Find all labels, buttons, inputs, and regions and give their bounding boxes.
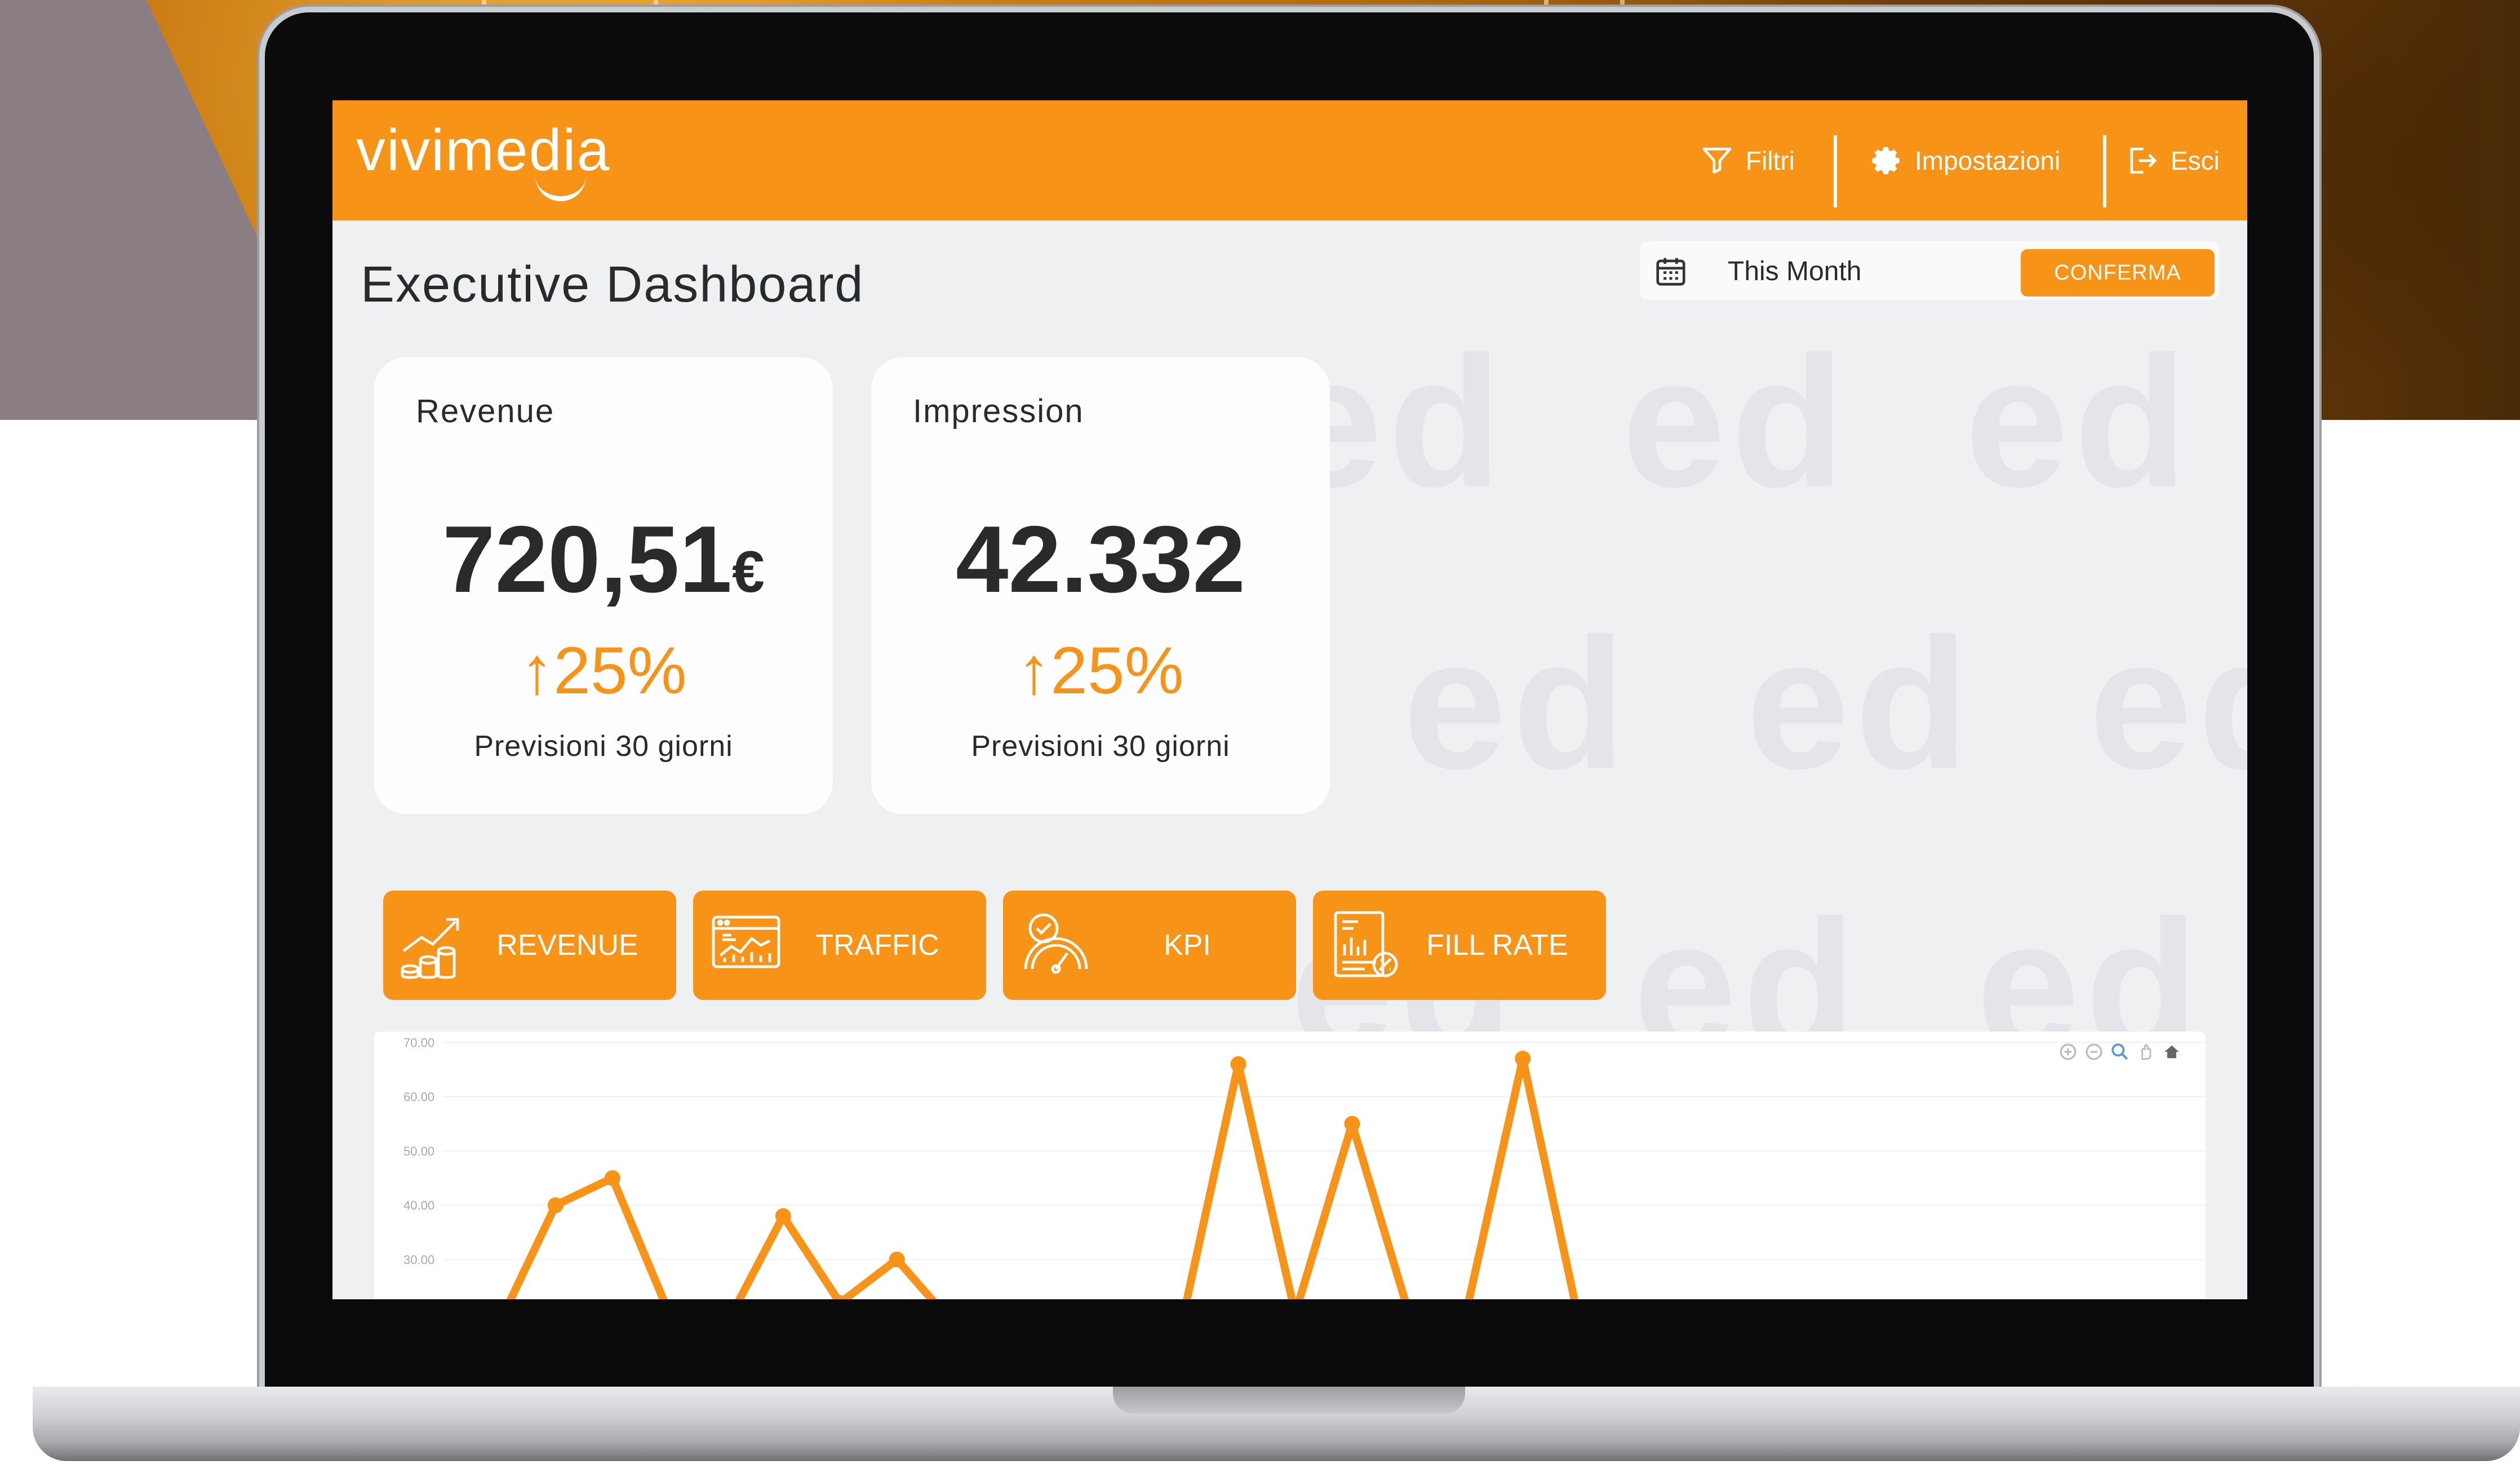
y-tick-label: 30.00 bbox=[403, 1252, 434, 1267]
kpi-number: 42.332 bbox=[956, 506, 1245, 612]
fill-rate-button-label: FILL RATE bbox=[1426, 929, 1568, 962]
kpi-delta-value: 25% bbox=[1050, 634, 1184, 708]
fill-rate-button[interactable]: FILL RATE bbox=[1313, 891, 1606, 1000]
nav-esci[interactable]: Esci bbox=[2124, 100, 2220, 220]
speedometer-icon bbox=[1024, 913, 1088, 974]
traffic-button[interactable]: TRAFFIC bbox=[693, 891, 986, 1000]
top-navigation-bar: vivimedia Filtri Impostazioni Esci bbox=[332, 100, 2247, 220]
data-point[interactable] bbox=[604, 1170, 620, 1186]
data-point[interactable] bbox=[1230, 1056, 1246, 1072]
nav-divider bbox=[2103, 135, 2106, 207]
dashboard-screen: ed ed ed ed ed ed ed ed ed vivimedia Fil… bbox=[332, 100, 2247, 1299]
data-point[interactable] bbox=[547, 1197, 564, 1214]
y-tick-label: 70.00 bbox=[403, 1035, 434, 1050]
kpi-footnote: Previsioni 30 giorni bbox=[474, 730, 733, 763]
line-chart: 70.00 60.00 50.00 40.00 30.00 bbox=[403, 1035, 2206, 1299]
revenue-card: Revenue 720,51€ ↑25% Previsioni 30 giorn… bbox=[374, 357, 833, 814]
kpi-footnote: Previsioni 30 giorni bbox=[971, 730, 1230, 763]
kpi-delta-value: 25% bbox=[553, 634, 687, 708]
calendar-icon bbox=[1656, 258, 1685, 286]
revenue-button-label: REVENUE bbox=[496, 929, 638, 962]
esci-label: Esci bbox=[2171, 145, 2220, 175]
gear-icon bbox=[1872, 147, 1900, 174]
kpi-number: 720,51 bbox=[442, 506, 732, 612]
esci-button[interactable]: Esci bbox=[2124, 143, 2220, 178]
arrow-up-icon: ↑ bbox=[1017, 634, 1051, 708]
kpi-delta: ↑25% bbox=[871, 632, 1330, 709]
laptop-notch bbox=[1113, 1387, 1465, 1414]
kpi-value: 42.332 bbox=[871, 505, 1330, 614]
date-range-value: This Month bbox=[1728, 256, 1862, 286]
conferma-button[interactable]: CONFERMA bbox=[2021, 249, 2215, 296]
arrow-up-icon: ↑ bbox=[520, 634, 554, 708]
y-tick-label: 40.00 bbox=[403, 1198, 434, 1212]
nav-divider bbox=[1834, 135, 1837, 207]
data-point[interactable] bbox=[1515, 1051, 1531, 1067]
kpi-button-label: KPI bbox=[1164, 929, 1211, 962]
impostazioni-label: Impostazioni bbox=[1915, 145, 2061, 175]
traffic-button-label: TRAFFIC bbox=[815, 929, 939, 962]
nav-impostazioni[interactable]: Impostazioni bbox=[1871, 100, 2060, 220]
logo-smile-mark bbox=[535, 174, 586, 201]
kpi-value: 720,51€ bbox=[374, 505, 833, 614]
data-point[interactable] bbox=[889, 1251, 905, 1268]
revenue-button[interactable]: REVENUE bbox=[383, 891, 676, 1000]
watermark: ed ed ed bbox=[1403, 599, 2247, 807]
filtri-button[interactable]: Filtri bbox=[1700, 143, 1795, 178]
kpi-delta: ↑25% bbox=[374, 632, 833, 709]
series-line bbox=[506, 1055, 1578, 1299]
page-title: Executive Dashboard bbox=[361, 256, 864, 313]
impostazioni-button[interactable]: Impostazioni bbox=[1871, 144, 2060, 177]
revenue-chart-icon bbox=[401, 918, 459, 979]
nav-filtri[interactable]: Filtri bbox=[1700, 100, 1795, 220]
logout-icon bbox=[2130, 147, 2157, 174]
filter-icon bbox=[1702, 147, 1732, 174]
y-tick-label: 50.00 bbox=[403, 1144, 434, 1158]
y-tick-label: 60.00 bbox=[403, 1090, 434, 1104]
kpi-label: Impression bbox=[913, 393, 1084, 430]
report-icon bbox=[1334, 911, 1398, 977]
kpi-unit: € bbox=[732, 539, 765, 605]
data-point[interactable] bbox=[1344, 1116, 1360, 1132]
traffic-monitor-icon bbox=[712, 915, 780, 968]
impression-card: Impression 42.332 ↑25% Previsioni 30 gio… bbox=[871, 357, 1330, 814]
line-chart-panel: 70.00 60.00 50.00 40.00 30.00 bbox=[374, 1032, 2206, 1299]
filtri-label: Filtri bbox=[1746, 145, 1795, 175]
kpi-label: Revenue bbox=[416, 393, 555, 430]
data-point[interactable] bbox=[775, 1208, 791, 1224]
watermark: ed ed ed bbox=[1279, 317, 2194, 525]
kpi-button[interactable]: KPI bbox=[1003, 891, 1296, 1000]
